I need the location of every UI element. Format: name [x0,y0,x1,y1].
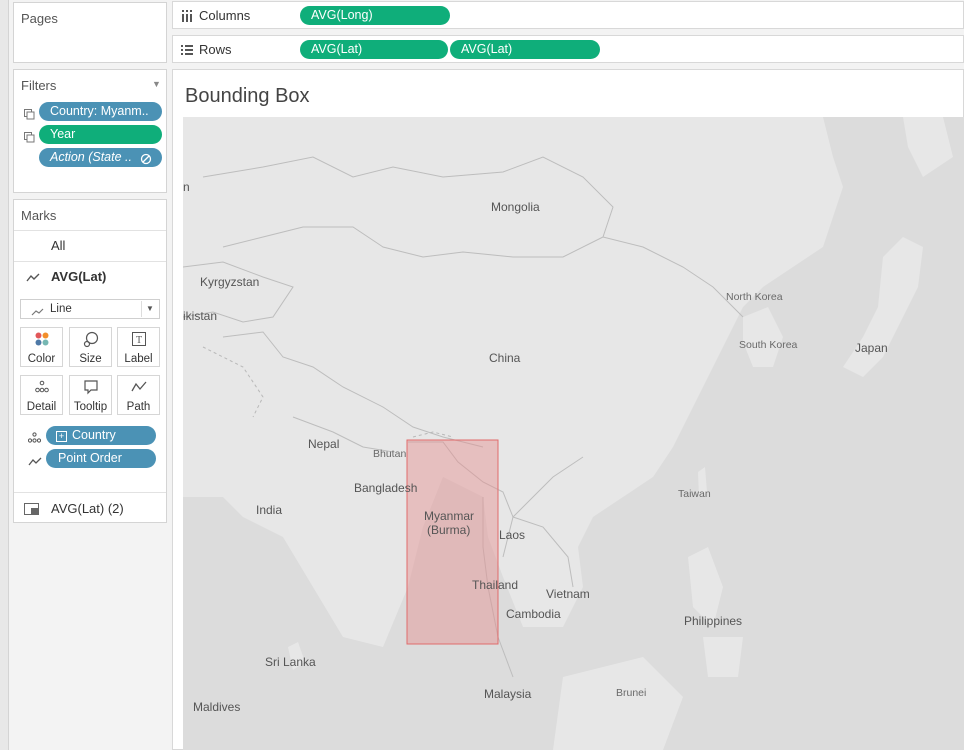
link-icon [140,152,152,170]
rows-shelf[interactable]: Rows AVG(Lat) AVG(Lat) [172,35,964,63]
map-label-cambodia: Cambodia [506,607,561,621]
tooltip-button-label: Tooltip [73,401,108,413]
tooltip-icon [70,379,111,401]
view-title: Bounding Box [185,85,310,107]
map-label-maldives: Maldives [193,700,241,714]
filters-card: Filters ▼ Country: Myanm.. Year Action (… [13,69,167,193]
path-icon [28,454,42,472]
map-label-kyrgyzstan: Kyrgyzstan [200,275,260,289]
bounding-box-rect [406,439,499,645]
marks-field-point-order[interactable]: Point Order [46,449,156,468]
label-button-label: Label [124,353,153,365]
pages-title: Pages [21,11,58,26]
rows-pill-avg-lat-1[interactable]: AVG(Lat) [300,40,448,59]
map-label-kistan: ikistan [183,309,218,323]
svg-text:T: T [135,335,141,346]
filter-pill-country[interactable]: Country: Myanm.. [39,102,162,121]
map-label-thailand: Thailand [472,578,519,592]
pages-card: Pages [13,2,167,63]
map-label-brunei: Brunei [616,687,647,699]
marks-label-button[interactable]: T Label [117,327,160,367]
map-label-japan: Japan [855,341,888,355]
map-label-china: China [489,351,521,365]
rows-label: Rows [199,42,232,57]
marks-field-country[interactable]: + Country [46,426,156,445]
map-label-bhutan: Bhutan [373,448,407,460]
map-label-myanmar: Myanmar [424,509,475,523]
marks-layer-secondary[interactable]: AVG(Lat) (2) [51,501,124,516]
path-icon [118,379,159,401]
marks-divider [14,492,166,493]
plus-box-icon: + [56,431,67,442]
dual-axis-layer-icon [24,502,39,520]
map-canvas[interactable]: n Mongolia Kyrgyzstan ikistan China Nort… [183,117,964,750]
columns-pill-avg-long[interactable]: AVG(Long) [300,6,450,25]
map-label-nepal: Nepal [308,437,340,451]
mark-type-label: Line [50,303,72,315]
marks-color-button[interactable]: Color [20,327,63,367]
mark-type-dropdown[interactable]: Line ▼ [20,299,160,319]
filter-pill-action-label: Action (State .. [50,150,132,164]
marks-field-country-label: Country [72,428,116,442]
columns-icon [181,9,193,27]
columns-shelf[interactable]: Columns AVG(Long) [172,1,964,29]
map-label-north-korea: North Korea [726,291,783,303]
map-label-taiwan: Taiwan [678,488,711,500]
marks-divider [14,230,166,231]
rows-pill-avg-lat-2[interactable]: AVG(Lat) [450,40,600,59]
map-label-bangladesh: Bangladesh [354,481,418,495]
detail-button-label: Detail [26,401,57,413]
marks-all-tab[interactable]: All [51,238,65,253]
map-label-laos: Laos [499,528,526,542]
map-label-mongolia: Mongolia [491,200,540,214]
marks-layer-active[interactable]: AVG(Lat) [51,269,106,284]
map-label-sri-lanka: Sri Lanka [265,655,316,669]
left-edge-strip [0,0,9,750]
map-label-south-korea: South Korea [739,339,798,351]
line-mark-icon [31,304,44,322]
map-label-n: n [183,180,190,194]
chevron-down-icon: ▼ [146,304,154,313]
marks-card: Marks All AVG(Lat) Line ▼ Color Size T L… [13,199,167,523]
map-label-malaysia: Malaysia [484,687,532,701]
size-button-label: Size [79,353,102,365]
marks-size-button[interactable]: Size [69,327,112,367]
marks-tooltip-button[interactable]: Tooltip [69,375,112,415]
filters-dropdown-icon[interactable]: ▼ [152,79,161,89]
color-button-label: Color [27,353,56,365]
map-label-vietnam: Vietnam [546,587,590,601]
marks-divider [14,261,166,262]
filter-type-icon [24,107,35,125]
map-label-india: India [256,503,283,517]
size-icon [70,331,111,353]
columns-label: Columns [199,8,251,23]
filter-pill-year[interactable]: Year [39,125,162,144]
map-label-philippines: Philippines [684,614,743,628]
rows-icon [181,43,193,61]
color-icon [21,331,62,353]
marks-path-button[interactable]: Path [117,375,160,415]
path-button-label: Path [126,401,151,413]
detail-icon [21,379,62,401]
dropdown-separator [141,301,142,317]
marks-detail-button[interactable]: Detail [20,375,63,415]
detail-icon [27,430,42,448]
marks-title: Marks [21,208,57,223]
filters-title: Filters [21,78,57,93]
map-label-burma: (Burma) [427,523,471,537]
filter-type-icon [24,130,35,148]
line-mark-icon [26,270,40,288]
label-icon: T [118,331,159,353]
